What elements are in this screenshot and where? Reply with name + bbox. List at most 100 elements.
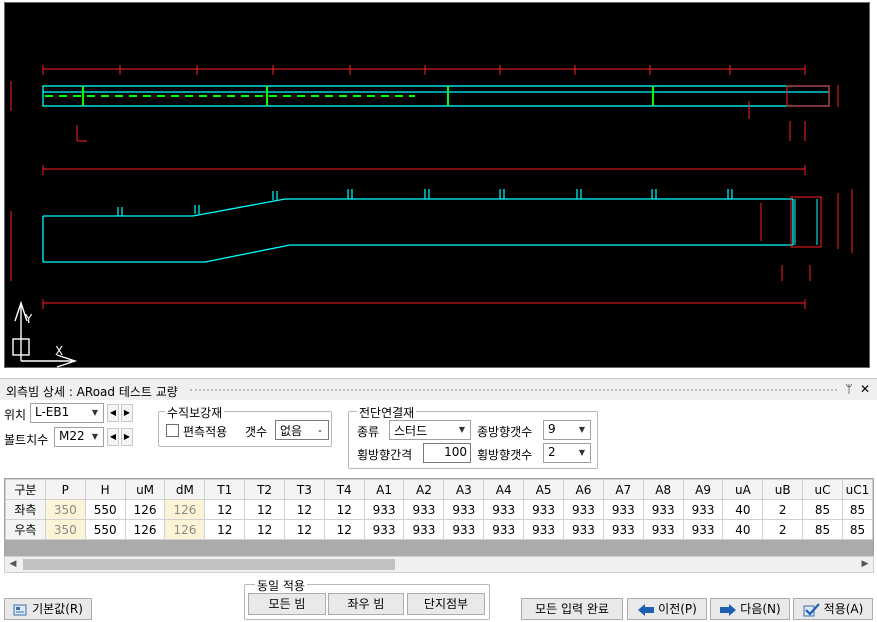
grid-cell[interactable]: 933 [562,499,604,520]
grid-cell[interactable]: 126 [124,499,166,520]
grid-cell[interactable]: 933 [523,499,564,520]
count-select[interactable]: 없음 ⌄ [275,420,329,440]
grid-cell[interactable]: 85 [841,519,873,540]
column-header[interactable]: A6 [562,479,604,500]
bolt-label: 볼트치수 [4,433,49,447]
column-header[interactable]: uC1 [841,479,873,500]
column-header[interactable]: A3 [443,479,485,500]
grid-horizontal-scrollbar[interactable]: ◀ ▶ [4,556,874,573]
position-select[interactable]: L-EB1 ▼ [30,403,104,423]
type-select[interactable]: 스터드 ▼ [389,420,471,440]
scroll-right-icon[interactable]: ▶ [857,557,873,572]
grid-cell[interactable]: 85 [802,499,843,520]
column-header[interactable]: H [84,479,126,500]
apply-button[interactable]: 적용(A) [793,598,873,620]
position-next-button[interactable]: ▶ [121,404,133,422]
next-button[interactable]: 다음(N) [710,598,790,620]
scroll-left-icon[interactable]: ◀ [5,557,21,572]
default-button[interactable]: 기본값(R) [4,598,92,620]
grid-cell[interactable]: 933 [483,519,525,540]
side-dimension-line [42,165,806,309]
grid-cell[interactable]: 350 [44,499,86,520]
eccentric-checkbox[interactable] [166,424,179,437]
bolt-select[interactable]: M22 ▼ [54,427,104,447]
column-header[interactable]: T4 [323,479,365,500]
grid-cell[interactable]: 12 [283,519,325,540]
chevron-down-icon: ▼ [578,448,586,457]
column-header[interactable]: uC [802,479,843,500]
grid-cell[interactable]: 933 [602,499,644,520]
grid-cell[interactable]: 933 [403,499,445,520]
column-header[interactable]: A4 [483,479,525,500]
column-header[interactable]: A1 [363,479,405,500]
grid-cell[interactable]: 85 [841,499,873,520]
prev-button-label: 이전(P) [658,602,697,616]
column-header[interactable]: uM [124,479,166,500]
column-header[interactable]: T1 [204,479,246,500]
grid-cell[interactable]: 40 [722,519,764,540]
grid-cell[interactable]: 933 [403,519,445,540]
bolt-prev-button[interactable]: ◀ [107,428,119,446]
scroll-thumb[interactable] [23,559,395,570]
grid-cell[interactable]: 933 [602,519,644,540]
panel-title-bar[interactable]: 외측빔 상세 : ARoad 테스트 교량 ᛘ ✕ [0,378,877,400]
grid-cell[interactable]: 126 [164,519,206,540]
grid-cell[interactable]: 933 [682,519,724,540]
all-beams-button[interactable]: 모든 빔 [248,593,326,615]
trans-spacing-input[interactable]: 100 [423,443,471,463]
column-header[interactable]: uB [762,479,804,500]
bolt-next-button[interactable]: ▶ [121,428,133,446]
grid-cell[interactable]: 2 [762,519,804,540]
side-view-beam [42,198,794,263]
grid-cell[interactable]: 933 [443,519,485,540]
grid-cell[interactable]: 12 [323,519,365,540]
long-count-select[interactable]: 9 ▼ [543,420,591,440]
grid-cell[interactable]: 12 [244,519,285,540]
grid-cell[interactable]: 2 [762,499,804,520]
column-header[interactable]: A7 [602,479,644,500]
all-done-button[interactable]: 모든 입력 완료 [521,598,623,620]
grid-cell[interactable]: 12 [283,499,325,520]
grid-cell[interactable]: 550 [84,519,126,540]
pin-icon[interactable]: ᛘ [842,381,856,397]
column-header[interactable]: A2 [403,479,445,500]
column-header[interactable]: A5 [523,479,564,500]
grid-cell[interactable]: 933 [363,519,405,540]
column-header[interactable]: T2 [244,479,285,500]
grid-cell[interactable]: 933 [443,499,485,520]
grid-cell[interactable]: 933 [682,499,724,520]
column-header[interactable]: 구분 [5,479,46,500]
cad-canvas[interactable]: Y X [4,2,870,368]
position-prev-button[interactable]: ◀ [107,404,119,422]
cad-viewport[interactable]: Y X [0,0,877,372]
column-header[interactable]: T3 [283,479,325,500]
grid-cell[interactable]: 40 [722,499,764,520]
grid-cell[interactable]: 933 [642,499,684,520]
grid-cell[interactable]: 85 [802,519,843,540]
title-grip[interactable] [190,389,837,392]
grid-cell[interactable]: 933 [483,499,525,520]
grid-cell[interactable]: 12 [204,519,246,540]
column-header[interactable]: dM [164,479,206,500]
grid-cell[interactable]: 550 [84,499,126,520]
bolt-value: M22 [59,429,85,443]
column-header[interactable]: A8 [642,479,684,500]
close-icon[interactable]: ✕ [858,381,872,397]
span-end-button[interactable]: 단지점부 [407,593,485,615]
grid-cell[interactable]: 350 [44,519,86,540]
left-right-beams-button[interactable]: 좌우 빔 [328,593,404,615]
column-header[interactable]: P [44,479,86,500]
prev-button[interactable]: 이전(P) [627,598,707,620]
grid-cell[interactable]: 933 [562,519,604,540]
column-header[interactable]: uA [722,479,764,500]
grid-cell[interactable]: 12 [204,499,246,520]
grid-cell[interactable]: 126 [164,499,206,520]
grid-cell[interactable]: 933 [363,499,405,520]
column-header[interactable]: A9 [682,479,724,500]
grid-cell[interactable]: 126 [124,519,166,540]
grid-cell[interactable]: 12 [244,499,285,520]
grid-cell[interactable]: 933 [642,519,684,540]
grid-cell[interactable]: 12 [323,499,365,520]
trans-count-select[interactable]: 2 ▼ [543,443,591,463]
grid-cell[interactable]: 933 [523,519,564,540]
